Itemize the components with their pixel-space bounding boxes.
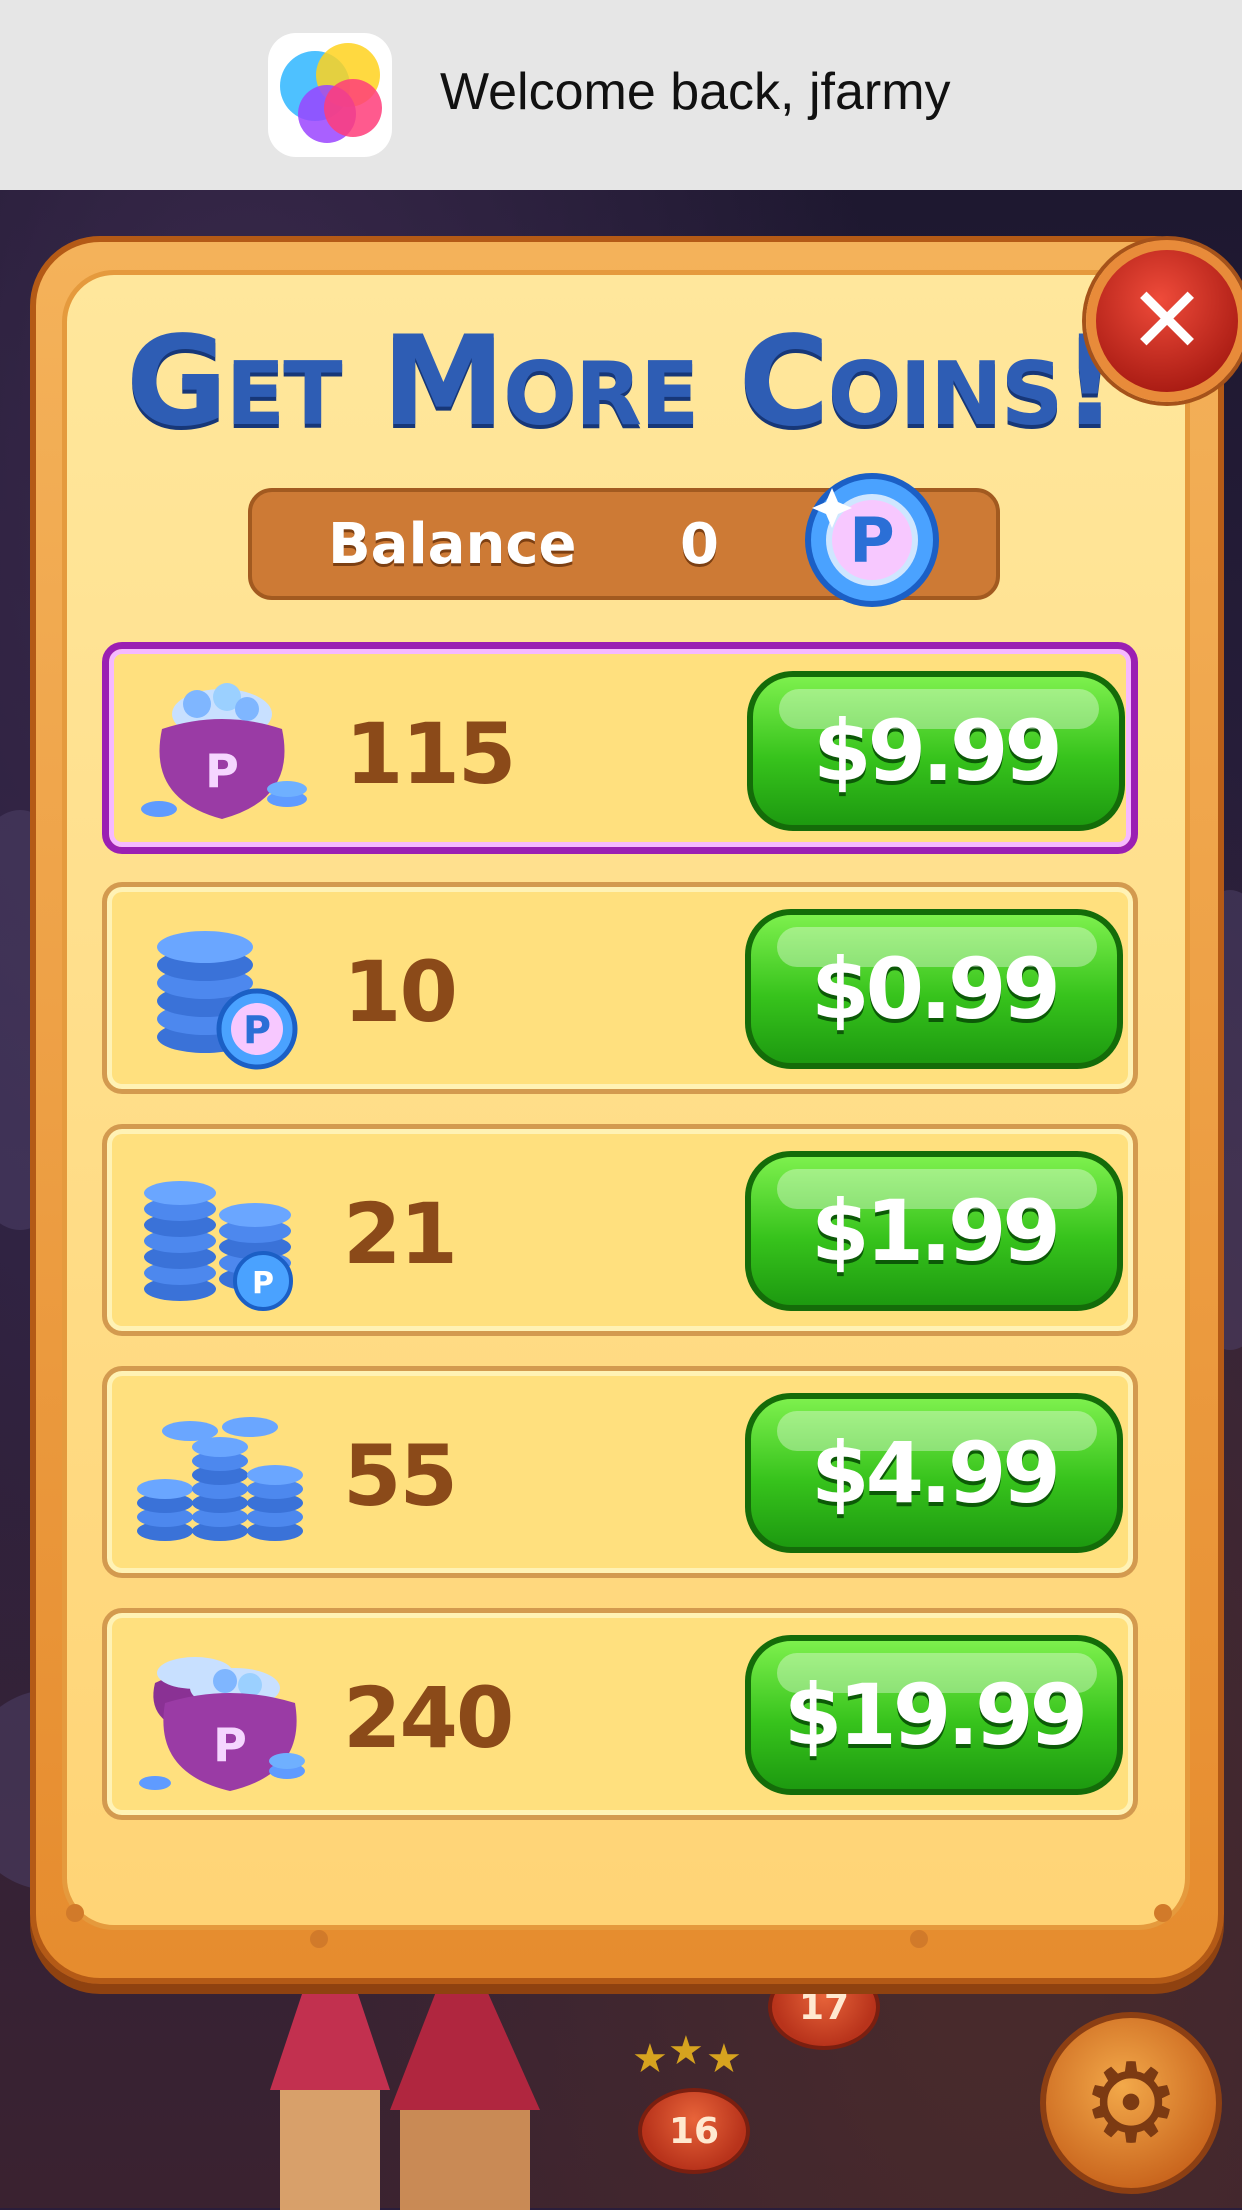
coin-icon: P (805, 473, 939, 607)
svg-text:P: P (243, 1008, 271, 1052)
balance-value: 0 (680, 512, 719, 577)
offer-amount: 21 (343, 1185, 458, 1283)
offer-amount: 115 (345, 705, 516, 803)
coin-stack-icon: P (157, 931, 298, 1070)
rivet (310, 1930, 328, 1948)
offer-amount: 55 (343, 1427, 458, 1525)
offer-row-21[interactable]: P 21 $1.99 (102, 1124, 1138, 1336)
settings-button[interactable]: ⚙ (1040, 2012, 1222, 2194)
gear-icon: ⚙ (1081, 2039, 1181, 2167)
coin-pile-icon (137, 1417, 303, 1541)
offer-row-55[interactable]: 55 $4.99 (102, 1366, 1138, 1578)
balance-bar: Balance 0 P (248, 473, 1000, 607)
notification-message: Welcome back, jfarmy (440, 63, 951, 121)
rivet (910, 1930, 928, 1948)
svg-text:P: P (205, 744, 239, 798)
level-node-16[interactable]: 16 (638, 2088, 750, 2174)
svg-text:P: P (252, 1266, 274, 1301)
close-icon: ✕ (1128, 267, 1206, 374)
offer-row-10[interactable]: P 10 $0.99 (102, 882, 1138, 1094)
star-icon: ★ (706, 2036, 742, 2082)
svg-text:P: P (213, 1718, 247, 1772)
offer-amount: 10 (343, 943, 458, 1041)
close-button[interactable]: ✕ (1086, 240, 1242, 402)
offer-row-115[interactable]: P 115 $9.99 (102, 642, 1138, 854)
game-center-icon (268, 33, 392, 157)
offer-row-240[interactable]: P 240 $19.99 (102, 1608, 1138, 1820)
dialog-title: Get More Coins! (125, 310, 1118, 454)
buy-button-0-99[interactable]: $0.99 (745, 909, 1123, 1069)
buy-button-9-99[interactable]: $9.99 (747, 671, 1125, 831)
buy-button-4-99[interactable]: $4.99 (745, 1393, 1123, 1553)
offer-amount: 240 (343, 1669, 514, 1767)
buy-button-19-99[interactable]: $19.99 (745, 1635, 1123, 1795)
balance-label: Balance (328, 512, 577, 577)
coin-large-pot-icon: P (139, 1657, 305, 1791)
coin-stacks-icon: P (144, 1181, 293, 1311)
star-icon: ★ (632, 2036, 668, 2082)
svg-text:P: P (849, 504, 894, 577)
rivet (66, 1904, 84, 1922)
buy-button-1-99[interactable]: $1.99 (745, 1151, 1123, 1311)
coin-pot-icon: P (141, 683, 307, 819)
star-icon: ★ (668, 2028, 704, 2074)
notification-banner[interactable]: Welcome back, jfarmy (0, 0, 1242, 190)
rivet (1154, 1904, 1172, 1922)
